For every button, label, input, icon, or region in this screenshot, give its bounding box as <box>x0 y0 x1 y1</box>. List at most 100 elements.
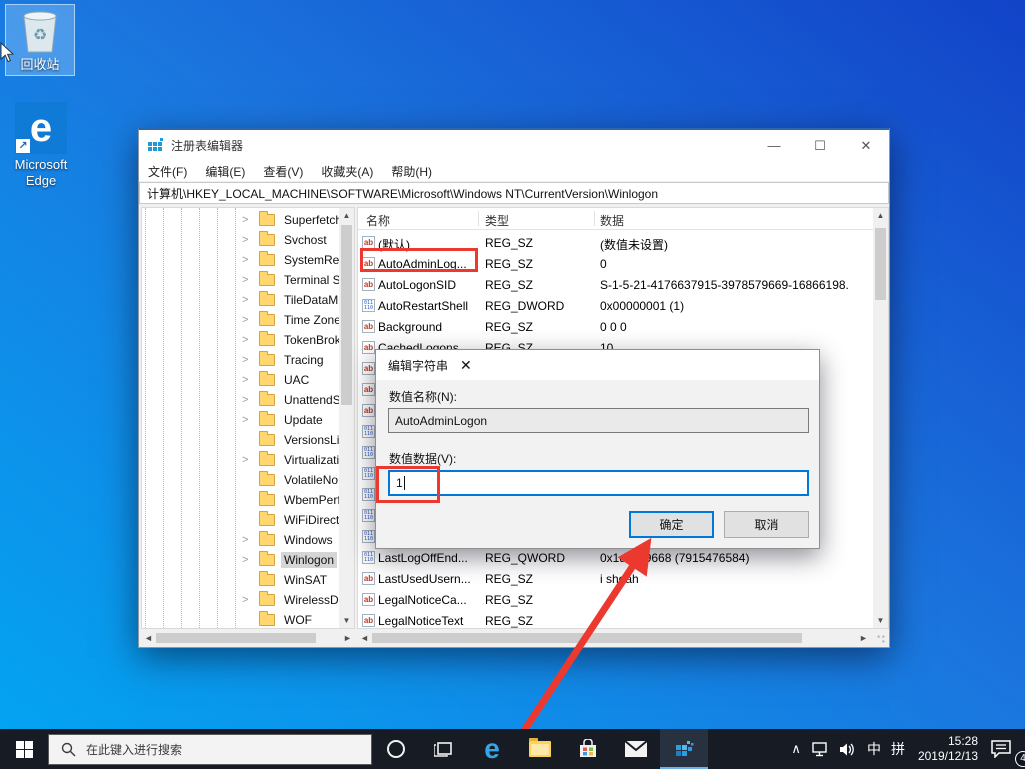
resize-grip[interactable] <box>875 633 887 645</box>
column-header-type[interactable]: 类型 <box>485 212 509 229</box>
value-row-autorestartshell[interactable]: 011 110 AutoRestartShell REG_DWORD 0x000000… <box>358 295 874 316</box>
tree-item-tokenbrok[interactable]: > TokenBrok <box>142 330 354 350</box>
scroll-right-icon[interactable]: ► <box>340 633 355 643</box>
tree-item-tiledatam[interactable]: > TileDataM <box>142 290 354 310</box>
file-explorer-icon <box>529 738 551 757</box>
tree-horizontal-scrollbar[interactable]: ◄ ► <box>141 630 355 646</box>
tree-item-time-zone[interactable]: > Time Zone <box>142 310 354 330</box>
ime-mode-indicator[interactable]: 拼 <box>886 729 910 769</box>
value-name-label: 数值名称(N): <box>389 390 457 404</box>
menu-file[interactable]: 文件(F) <box>139 163 196 180</box>
tree-item-virtualizati[interactable]: > Virtualizati <box>142 450 354 470</box>
value-row-background[interactable]: ab Background REG_SZ 0 0 0 <box>358 316 874 337</box>
annotation-box-value-1 <box>376 466 440 503</box>
tree-item-uac[interactable]: > UAC <box>142 370 354 390</box>
maximize-button[interactable]: ☐ <box>797 130 843 161</box>
expand-chevron-icon[interactable]: > <box>242 274 254 286</box>
menu-help[interactable]: 帮助(H) <box>382 163 441 180</box>
desktop-icon-recycle-bin[interactable]: ♻ 回收站 <box>8 8 72 73</box>
taskbar-search-input[interactable]: 在此键入进行搜索 <box>48 733 372 765</box>
action-center-button[interactable]: 4 <box>986 729 1025 769</box>
taskbar-regedit-button[interactable] <box>660 729 708 769</box>
column-separator[interactable] <box>478 211 479 226</box>
scroll-left-icon[interactable]: ◄ <box>357 633 372 643</box>
expand-chevron-icon[interactable]: > <box>242 234 254 246</box>
start-button[interactable] <box>0 729 48 769</box>
tree-item-volatileno[interactable]: VolatileNo <box>142 470 354 490</box>
column-header-data[interactable]: 数据 <box>600 212 624 229</box>
taskbar-edge-button[interactable]: e <box>468 729 516 769</box>
desktop-icon-edge[interactable]: e ↗ Microsoft Edge <box>8 102 74 189</box>
cancel-button[interactable]: 取消 <box>724 511 809 538</box>
dialog-titlebar[interactable]: 编辑字符串 ✕ <box>376 350 819 380</box>
tree-item-tracing[interactable]: > Tracing <box>142 350 354 370</box>
column-separator[interactable] <box>594 211 595 226</box>
tree-item-wifidirect[interactable]: WiFiDirect <box>142 510 354 530</box>
scroll-left-icon[interactable]: ◄ <box>141 633 156 643</box>
expand-chevron-icon[interactable]: > <box>242 414 254 426</box>
tree-item-terminal-s[interactable]: > Terminal S <box>142 270 354 290</box>
scroll-thumb[interactable] <box>156 633 316 643</box>
scroll-thumb[interactable] <box>341 225 352 405</box>
taskbar-mail-button[interactable] <box>612 729 660 769</box>
cortana-button[interactable] <box>372 729 420 769</box>
tree-item-wirelessd[interactable]: > WirelessD <box>142 590 354 610</box>
value-name-field[interactable]: AutoAdminLogon <box>388 408 809 433</box>
menu-favorites[interactable]: 收藏夹(A) <box>312 163 382 180</box>
scroll-thumb[interactable] <box>875 228 886 300</box>
expand-chevron-icon[interactable]: > <box>242 534 254 546</box>
scroll-up-icon[interactable]: ▲ <box>339 208 354 223</box>
edge-logo-icon: e <box>29 106 53 150</box>
close-button[interactable]: ✕ <box>843 130 889 161</box>
expand-chevron-icon[interactable]: > <box>242 314 254 326</box>
scroll-down-icon[interactable]: ▼ <box>873 613 888 628</box>
expand-chevron-icon[interactable]: > <box>242 214 254 226</box>
scroll-down-icon[interactable]: ▼ <box>339 613 354 628</box>
menu-view[interactable]: 查看(V) <box>254 163 312 180</box>
tree-item-superfetch[interactable]: > Superfetch <box>142 210 354 230</box>
expand-chevron-icon[interactable]: > <box>242 374 254 386</box>
expand-chevron-icon[interactable]: > <box>242 294 254 306</box>
windows-logo-icon <box>15 740 33 758</box>
tree-item-versionsli[interactable]: VersionsLi <box>142 430 354 450</box>
taskbar-clock[interactable]: 15:28 2019/12/13 <box>910 729 986 769</box>
value-data-field[interactable]: 1 <box>388 470 809 496</box>
taskbar-store-button[interactable] <box>564 729 612 769</box>
cortana-icon <box>387 740 405 758</box>
column-header-name[interactable]: 名称 <box>366 212 390 229</box>
address-bar[interactable]: 计算机\HKEY_LOCAL_MACHINE\SOFTWARE\Microsof… <box>139 182 889 204</box>
action-center-icon <box>991 740 1011 758</box>
expand-chevron-icon[interactable]: > <box>242 334 254 346</box>
expand-chevron-icon[interactable]: > <box>242 394 254 406</box>
task-view-button[interactable] <box>420 729 468 769</box>
expand-chevron-icon[interactable]: > <box>242 354 254 366</box>
tree-vertical-scrollbar[interactable]: ▲ ▼ <box>339 208 354 628</box>
window-titlebar[interactable]: 注册表编辑器 — ☐ ✕ <box>139 130 889 161</box>
tree-item-wof[interactable]: WOF <box>142 610 354 628</box>
tree-item-winsat[interactable]: WinSAT <box>142 570 354 590</box>
taskbar-explorer-button[interactable] <box>516 729 564 769</box>
expand-chevron-icon[interactable]: > <box>242 454 254 466</box>
tree-item-systemres[interactable]: > SystemRes <box>142 250 354 270</box>
tree-item-svchost[interactable]: > Svchost <box>142 230 354 250</box>
volume-icon[interactable] <box>834 729 862 769</box>
tree-item-update[interactable]: > Update <box>142 410 354 430</box>
tray-chevron-up-icon[interactable]: ∧ <box>786 729 806 769</box>
tree-item-windows[interactable]: > Windows <box>142 530 354 550</box>
dialog-close-icon[interactable]: ✕ <box>460 357 472 374</box>
scroll-up-icon[interactable]: ▲ <box>873 208 888 223</box>
tree-item-wbemperf[interactable]: WbemPerf <box>142 490 354 510</box>
value-row-autologonsid[interactable]: ab AutoLogonSID REG_SZ S-1-5-21-4176637915-… <box>358 274 874 295</box>
network-icon[interactable] <box>806 729 834 769</box>
scroll-right-icon[interactable]: ► <box>856 633 871 643</box>
expand-chevron-icon[interactable]: > <box>242 254 254 266</box>
ime-language-indicator[interactable]: 中 <box>862 729 886 769</box>
expand-chevron-icon[interactable]: > <box>242 594 254 606</box>
tree-item-winlogon[interactable]: > Winlogon <box>142 550 354 570</box>
list-vertical-scrollbar[interactable]: ▲ ▼ <box>873 208 888 628</box>
minimize-button[interactable]: — <box>751 130 797 161</box>
expand-chevron-icon[interactable]: > <box>242 554 254 566</box>
value-type-icon: ab <box>362 614 375 627</box>
tree-item-unattends[interactable]: > UnattendS <box>142 390 354 410</box>
menu-edit[interactable]: 编辑(E) <box>196 163 254 180</box>
